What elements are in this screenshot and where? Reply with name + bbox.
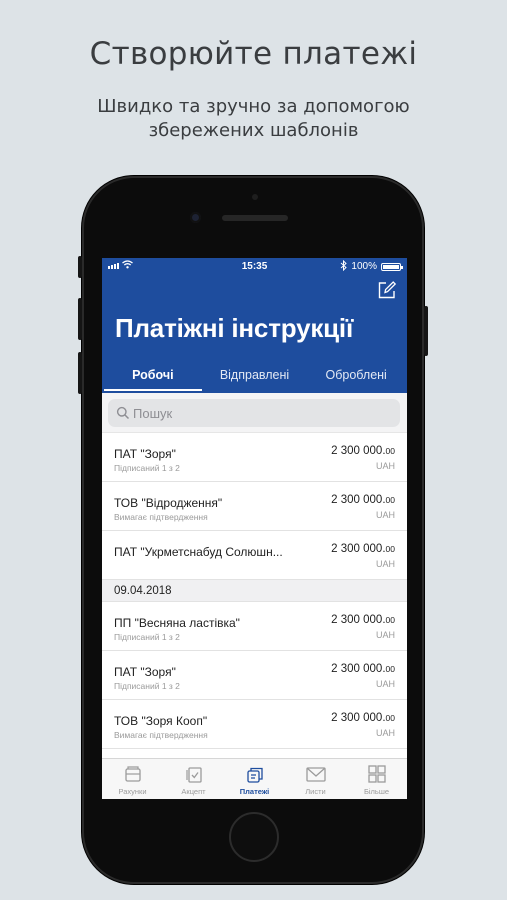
volume-down-button [78,352,82,394]
payment-currency: UAH [375,630,395,640]
payment-status: Підписаний 1 з 2 [114,681,180,691]
payment-currency: UAH [375,679,395,689]
page-title: Платіжні інструкції [115,313,354,343]
payment-currency: UAH [375,510,395,520]
more-grid-icon [367,765,386,783]
battery-percent: 100% [351,261,377,272]
search-input[interactable]: Пошук [108,399,400,427]
payment-status: Вимагає підтвердження [114,512,208,522]
search-placeholder: Пошук [133,406,173,421]
promo-subtitle-line2: збережених шаблонів [148,120,359,141]
list-item[interactable]: ПАТ "Укрметснабуд Солюшн... 2 300 000.00… [102,531,407,580]
payee-name: ПАТ "Зоря" [114,665,176,679]
payee-name: ПАТ "Зоря" [114,447,176,461]
tab-working[interactable]: Робочі [102,364,204,393]
tab-processed[interactable]: Оброблені [305,364,407,393]
volume-up-button [78,298,82,340]
payment-status: Підписаний 1 з 2 [114,463,180,473]
list-item[interactable]: ТОВ "Зоря Кооп" Вимагає підтвердження 2 … [102,700,407,749]
battery-icon [381,263,403,271]
list-item[interactable]: ПП "Весняна ластівка" Підписаний 1 з 2 2… [102,602,407,651]
payee-name: ПП "Весняна ластівка" [114,616,240,630]
proximity-sensor [252,194,258,200]
front-camera [190,212,201,223]
app-screen: 15:35 100% Платіжні інструкції Робочі Ві… [102,258,407,799]
payment-amount: 2 300 000.00 [331,712,395,724]
promo-subtitle: Швидко та зручно за допомогою збережених… [40,95,467,143]
payments-icon [246,767,263,783]
promo-subtitle-line1: Швидко та зручно за допомогою [97,96,410,117]
tabbar-mail[interactable]: Листи [285,759,346,799]
phone-frame: 15:35 100% Платіжні інструкції Робочі Ві… [78,176,428,884]
home-button[interactable] [229,812,279,862]
mute-switch [78,256,82,278]
payment-status: Вимагає підтвердження [114,730,208,740]
accept-icon [185,767,202,783]
tabbar-label: Листи [305,787,326,796]
payment-status: Підписаний 1 з 2 [114,632,180,642]
tabbar-more[interactable]: Більше [346,759,407,799]
bottom-tab-bar: Рахунки Акцепт Платежі Листи Більше [102,758,407,799]
mail-icon [305,767,326,782]
tab-sent[interactable]: Відправлені [204,364,306,393]
list-item[interactable]: ПАТ "Зоря" Підписаний 1 з 2 2 300 000.00… [102,433,407,482]
promo-title: Створюйте платежі [89,36,418,72]
nav-header: Платіжні інструкції Робочі Відправлені О… [102,275,407,393]
payee-name: ТОВ "Відродження" [114,496,223,510]
payment-currency: UAH [375,461,395,471]
payment-amount: 2 300 000.00 [331,663,395,675]
tabbar-label: Рахунки [118,787,147,796]
payee-name: ТОВ "Зоря Кооп" [114,714,208,728]
list-item[interactable]: ТОВ "Відродження" Вимагає підтвердження … [102,482,407,531]
tabbar-accounts[interactable]: Рахунки [102,759,163,799]
power-button [424,306,428,356]
date-section-header: 09.04.2018 [102,580,407,602]
payment-amount: 2 300 000.00 [331,494,395,506]
earpiece-speaker [222,215,288,221]
accounts-icon [124,766,141,782]
tabbar-label: Платежі [239,787,270,796]
bluetooth-icon [340,259,347,274]
payment-currency: UAH [375,559,395,569]
payment-amount: 2 300 000.00 [331,543,395,555]
payment-currency: UAH [375,728,395,738]
tabbar-label: Акцепт [181,787,206,796]
payment-amount: 2 300 000.00 [331,445,395,457]
payments-list: ПАТ "Зоря" Підписаний 1 з 2 2 300 000.00… [102,433,407,749]
payment-amount: 2 300 000.00 [331,614,395,626]
status-bar: 15:35 100% [102,258,407,275]
search-bar: Пошук [102,393,407,433]
search-icon [116,406,130,420]
compose-icon[interactable] [377,280,397,300]
tabbar-label: Більше [363,787,390,796]
segment-tabs: Робочі Відправлені Оброблені [102,364,407,393]
tabbar-payments[interactable]: Платежі [224,759,285,799]
list-item[interactable]: ПАТ "Зоря" Підписаний 1 з 2 2 300 000.00… [102,651,407,700]
tabbar-accept[interactable]: Акцепт [163,759,224,799]
payee-name: ПАТ "Укрметснабуд Солюшн... [114,545,283,559]
